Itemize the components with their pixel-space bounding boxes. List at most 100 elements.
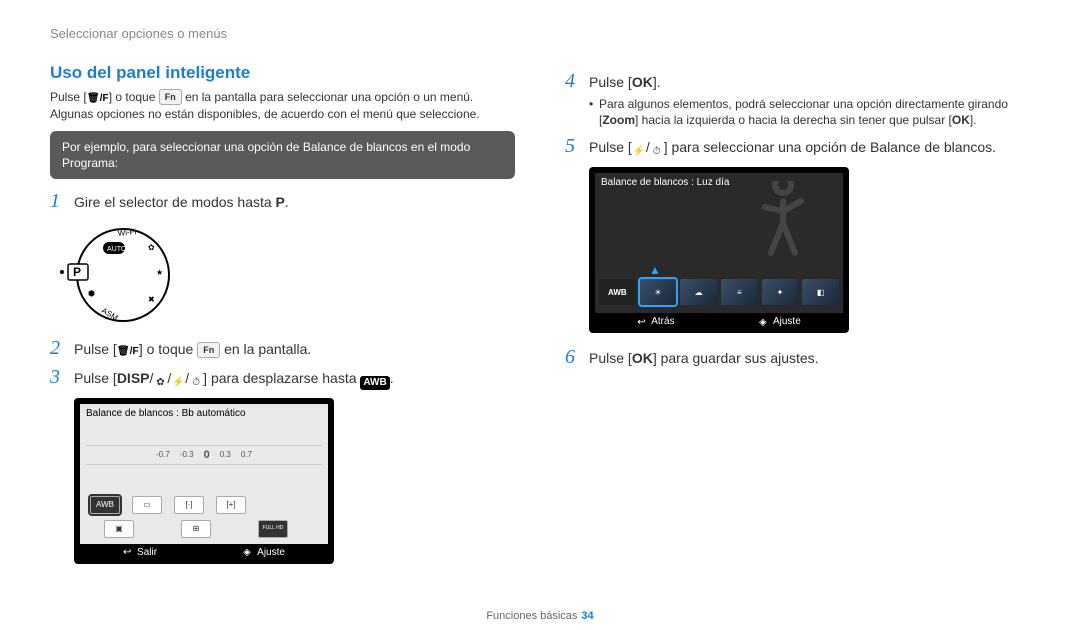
step-3: 3 Pulse [DISP/✿/⚡/⏱] para desplazarse ha… — [50, 367, 515, 390]
ruler-tick: 0.3 — [220, 450, 231, 459]
panel3-opt-awb: AWB — [90, 496, 120, 514]
right-column: 4 Pulse [OK]. Para algunos elementos, po… — [565, 63, 1030, 564]
panel5-adjust: ◈ Ajuste — [759, 316, 801, 327]
step-1-num: 1 — [50, 191, 64, 211]
trash-fn-icon-2: 🗑/Fn — [117, 343, 139, 357]
footer-page-num: 34 — [581, 610, 593, 622]
section-title: Uso del panel inteligente — [50, 63, 515, 83]
s4-note-c: ]. — [970, 113, 977, 127]
wb-opt-tungsten: ✦ — [762, 279, 799, 305]
ruler-tick: 0 — [204, 449, 210, 461]
screen-wb-auto: Balance de blancos : Bb automático -0.7 … — [74, 398, 334, 564]
step-2-text-b: ] o toque — [139, 341, 197, 357]
page-footer: Funciones básicas 34 — [0, 610, 1080, 622]
panel3-title: Balance de blancos : Bb automático — [86, 408, 246, 419]
step-3-text-c: . — [390, 370, 394, 386]
panel5-back: ↩ Atrás — [637, 316, 674, 327]
step-1-text-b: . — [285, 194, 289, 210]
flash-icon: ⚡ — [171, 376, 185, 390]
panel5-title: Balance de blancos : Luz día — [601, 177, 729, 188]
ok-icon-2: OK — [952, 113, 970, 127]
back-icon: ↩ — [123, 547, 133, 557]
left-column: Uso del panel inteligente Pulse [ 🗑/Fn ]… — [50, 63, 515, 564]
ruler-tick: -0.7 — [156, 450, 170, 459]
step-6-text-b: ] para guardar sus ajustes. — [653, 350, 819, 366]
silhouette-illustration — [743, 181, 823, 281]
step-1-text-a: Gire el selector de modos hasta — [74, 194, 276, 210]
intro-text: Pulse [ 🗑/Fn ] o toque Fn en la pantalla… — [50, 89, 515, 123]
footer-section: Funciones básicas — [486, 610, 577, 622]
svg-text:🗑/Fn: 🗑/Fn — [87, 92, 109, 103]
step-6: 6 Pulse [OK] para guardar sus ajustes. — [565, 347, 1030, 368]
timer-icon: ⏱ — [189, 376, 203, 390]
panel3-opt-grid: ⊞ — [181, 520, 211, 538]
step-4-text-b: ]. — [653, 74, 661, 90]
svg-text:P: P — [73, 265, 81, 279]
intro-1b: ] o toque — [109, 90, 159, 104]
panel3-adjust-label: Ajuste — [257, 547, 285, 558]
back-icon-2: ↩ — [637, 317, 647, 327]
step-6-text-a: Pulse [ — [589, 350, 632, 366]
panel3-adjust: ◈ Ajuste — [243, 547, 285, 558]
fn-key: Fn — [159, 89, 182, 105]
fn-key-2: Fn — [197, 342, 220, 358]
screen-wb-daylight: Balance de blancos : Luz día ▲ AWB ☀ ☁ ≡… — [589, 167, 849, 333]
intro-2: Algunas opciones no están disponibles, d… — [50, 107, 480, 121]
adjust-icon: ◈ — [243, 547, 253, 557]
wb-opt-cloudy: ☁ — [680, 279, 717, 305]
intro-1c: en la pantalla para seleccionar una opci… — [182, 90, 474, 104]
awb-icon: AWB — [360, 376, 389, 390]
step-3-text-b: ] para desplazarse hasta — [203, 370, 360, 386]
svg-text:★: ★ — [156, 268, 163, 277]
wb-opt-daylight: ☀ — [640, 279, 677, 305]
p-mode-icon: P — [276, 194, 285, 210]
ruler-tick: 0.7 — [241, 450, 252, 459]
panel3-opt-single: ▭ — [132, 496, 162, 514]
flash-icon-2: ⚡ — [632, 145, 646, 159]
panel5-back-label: Atrás — [651, 316, 674, 327]
wb-opt-fluorescent: ≡ — [721, 279, 758, 305]
timer-icon-2: ⏱ — [650, 145, 664, 159]
step-2-text-a: Pulse [ — [74, 341, 117, 357]
ev-ruler: -0.7 -0.3 0 0.3 0.7 — [86, 445, 322, 465]
wb-selector-caret-icon: ▲ — [649, 263, 661, 277]
step-5: 5 Pulse [⚡/⏱] para seleccionar una opció… — [565, 136, 1030, 159]
svg-text:AUTO: AUTO — [107, 246, 127, 253]
step-2-num: 2 — [50, 338, 64, 358]
mode-dial-illustration: Wi-Fi AUTO ✿ ★ ✖ ASM ⬢ P — [58, 220, 178, 330]
step-2-text-c: en la pantalla. — [220, 341, 311, 357]
step-4-note: Para algunos elementos, podrá selecciona… — [589, 96, 1030, 128]
s4-note-b: ] hacia la izquierda o hacia la derecha … — [635, 113, 952, 127]
panel3-back-label: Salir — [137, 547, 157, 558]
zoom-icon: Zoom — [602, 113, 635, 127]
svg-text:✖: ✖ — [148, 295, 155, 304]
adjust-icon-2: ◈ — [759, 317, 769, 327]
panel3-opt-meter: ▣ — [104, 520, 134, 538]
step-3-num: 3 — [50, 367, 64, 387]
intro-1a: Pulse [ — [50, 90, 87, 104]
ok-icon-3: OK — [632, 350, 653, 366]
breadcrumb: Seleccionar opciones o menús — [50, 26, 1030, 41]
step-2: 2 Pulse [🗑/Fn] o toque Fn en la pantalla… — [50, 338, 515, 359]
panel3-opt-fullhd: FULL HD — [258, 520, 288, 538]
flower-icon: ✿ — [153, 376, 167, 390]
svg-text:⬢: ⬢ — [88, 289, 95, 298]
step-5-text-b: ] para seleccionar una opción de Balance… — [664, 139, 996, 155]
ok-icon: OK — [632, 74, 653, 90]
step-6-num: 6 — [565, 347, 579, 367]
panel3-back: ↩ Salir — [123, 547, 157, 558]
wb-opt-awb: AWB — [599, 279, 636, 305]
ruler-tick: -0.3 — [180, 450, 194, 459]
trash-fn-icon: 🗑/Fn — [87, 90, 109, 104]
wb-opt-custom: ◧ — [802, 279, 839, 305]
step-5-num: 5 — [565, 136, 579, 156]
step-1: 1 Gire el selector de modos hasta P. — [50, 191, 515, 212]
disp-icon: DISP — [117, 370, 150, 386]
panel5-adjust-label: Ajuste — [773, 316, 801, 327]
step-4-text-a: Pulse [ — [589, 74, 632, 90]
step-3-text-a: Pulse [ — [74, 370, 117, 386]
step-5-text-a: Pulse [ — [589, 139, 632, 155]
svg-text:✿: ✿ — [148, 243, 155, 252]
panel3-opt-focus: [·] — [174, 496, 204, 514]
step-4: 4 Pulse [OK]. Para algunos elementos, po… — [565, 71, 1030, 128]
